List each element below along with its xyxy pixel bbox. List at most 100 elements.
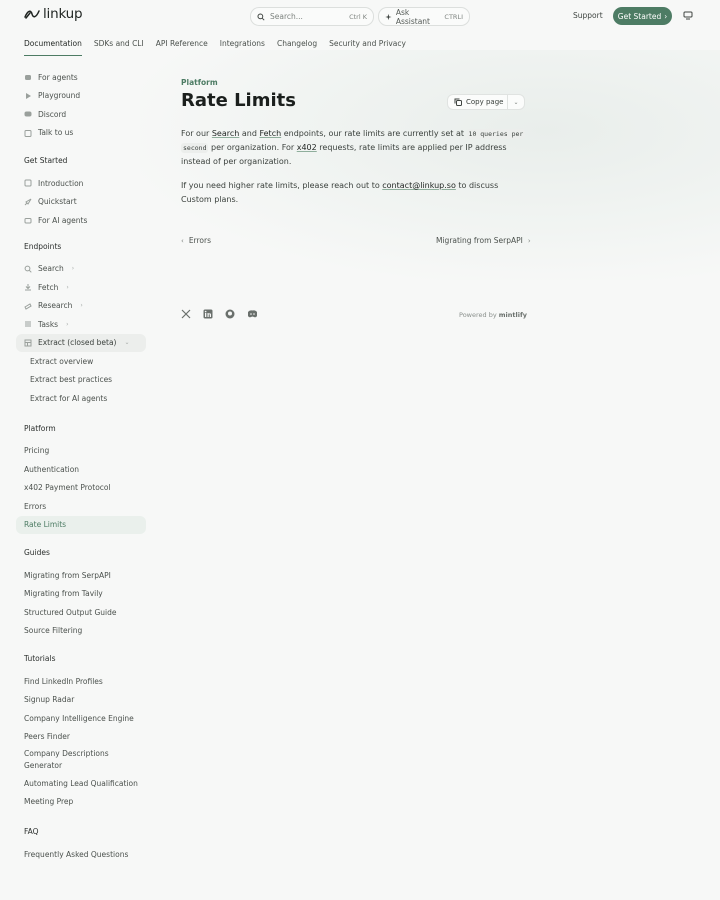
sidebar-item-rate-limits[interactable]: Rate Limits [16,515,146,534]
chevron-down-icon[interactable]: ⌄ [508,99,524,106]
sidebar-item-extract-best-practices[interactable]: Extract best practices [16,371,146,390]
sidebar-item-migrating-serpapi[interactable]: Migrating from SerpAPI [16,566,146,585]
copy-page-button[interactable]: Copy page ⌄ [447,94,525,110]
chevron-right-icon: › [66,320,69,328]
support-link[interactable]: Support [573,11,603,20]
sidebar-item-playground[interactable]: Playground [16,87,146,106]
sidebar-item-extract[interactable]: Extract (closed beta) ⌄ [16,333,146,352]
chevron-right-icon: › [80,302,83,310]
sidebar-item-linkedin-profiles[interactable]: Find LinkedIn Profiles [16,672,146,691]
powered-by-label: Powered by [459,311,497,319]
paragraph-contact: If you need higher rate limits, please r… [181,179,526,207]
text: For our [181,129,212,138]
sidebar-item-tasks[interactable]: Tasks › [16,315,146,334]
text: endpoints, our rate limits are currently… [281,129,467,138]
sidebar-item-lead-qualification[interactable]: Automating Lead Qualification [16,774,146,793]
sidebar-item-for-agents[interactable]: For agents [16,68,146,87]
sidebar-item-introduction[interactable]: Introduction [16,174,146,193]
prev-page-label: Errors [188,236,212,245]
tab-integrations[interactable]: Integrations [220,36,265,56]
search-placeholder: Search... [270,12,303,21]
sidebar-item-label: Authentication [24,464,80,474]
sidebar-item-source-filtering[interactable]: Source Filtering [16,622,146,641]
sidebar-group-endpoints: Endpoints [24,241,62,251]
x-twitter-icon[interactable] [181,309,191,319]
calendar-icon [24,129,32,137]
sidebar-item-peers-finder[interactable]: Peers Finder [16,728,146,747]
discord-icon [24,110,32,118]
sidebar-item-signup-radar[interactable]: Signup Radar [16,691,146,710]
sidebar-item-label: Discord [38,109,67,119]
next-page-link[interactable]: Migrating from SerpAPI › [436,236,531,245]
sidebar-item-errors[interactable]: Errors [16,497,146,516]
book-icon [24,179,32,187]
sidebar-item-label: Extract overview [30,356,94,366]
discord-icon[interactable] [247,309,258,319]
chevron-down-icon: ⌄ [124,339,130,347]
logo[interactable]: linkup [24,6,83,22]
sidebar-item-label: Automating Lead Qualification [24,778,138,788]
chevron-right-icon: › [66,283,69,291]
email-link[interactable]: contact@linkup.so [382,181,456,190]
sidebar-item-quickstart[interactable]: Quickstart [16,193,146,212]
sidebar-item-x402[interactable]: x402 Payment Protocol [16,479,146,498]
get-started-label: Get Started [617,11,662,21]
tab-api-reference[interactable]: API Reference [156,36,208,56]
sidebar-item-research[interactable]: Research › [16,297,146,316]
sidebar-item-extract-overview[interactable]: Extract overview [16,352,146,371]
sidebar-item-meeting-prep[interactable]: Meeting Prep [16,793,146,812]
sidebar-item-label: Find LinkedIn Profiles [24,676,103,686]
inline-code: second [181,143,209,153]
sidebar-item-label: Extract (closed beta) [38,338,117,348]
powered-by-mintlify[interactable]: Powered by mintlify [459,311,527,319]
sidebar-item-label: Rate Limits [24,520,67,530]
copy-page-label: Copy page [466,98,504,106]
sidebar-item-extract-for-ai-agents[interactable]: Extract for AI agents [16,389,146,408]
sidebar-item-talk-to-us[interactable]: Talk to us [16,124,146,143]
sidebar-item-company-descriptions[interactable]: Company Descriptions Generator [16,746,121,774]
table-icon [24,339,32,347]
search-link[interactable]: Search [212,129,239,138]
logo-text: linkup [43,6,83,22]
copy-icon [454,98,462,106]
sidebar-item-label: Quickstart [38,197,77,207]
search-icon [24,265,32,273]
sidebar-item-fetch[interactable]: Fetch › [16,278,146,297]
breadcrumb[interactable]: Platform [181,78,218,87]
sidebar-item-migrating-tavily[interactable]: Migrating from Tavily [16,585,146,604]
sidebar-item-label: Tasks [38,319,59,329]
fetch-link[interactable]: Fetch [259,129,281,138]
linkedin-icon[interactable] [203,309,213,319]
x402-link[interactable]: x402 [297,143,317,152]
get-started-button[interactable]: Get Started › [613,7,672,25]
sidebar-item-authentication[interactable]: Authentication [16,460,146,479]
tab-security-and-privacy[interactable]: Security and Privacy [329,36,406,56]
tab-changelog[interactable]: Changelog [277,36,317,56]
sidebar-item-company-intelligence[interactable]: Company Intelligence Engine [16,709,146,728]
sidebar-item-search[interactable]: Search › [16,260,146,279]
sidebar-item-label: For agents [38,72,78,82]
monitor-icon[interactable] [683,11,693,20]
mintlify-brand: mintlify [498,311,528,319]
sidebar-item-label: Company Descriptions Generator [24,749,109,770]
linkup-logo-icon [24,10,40,19]
sidebar-item-label: Search [38,264,64,274]
sidebar-item-label: Playground [38,91,81,101]
ask-assistant-button[interactable]: Ask Assistant CTRLI [378,7,470,26]
play-icon [24,92,32,100]
sidebar-item-discord[interactable]: Discord [16,105,146,124]
ask-assistant-label: Ask Assistant [395,7,430,26]
sidebar-item-label: Peers Finder [24,732,70,742]
sidebar-item-faq[interactable]: Frequently Asked Questions [16,845,146,864]
text: If you need higher rate limits, please r… [181,181,383,190]
sidebar-item-pricing[interactable]: Pricing [16,442,146,461]
tab-sdks-and-cli[interactable]: SDKs and CLI [94,36,144,56]
tab-documentation[interactable]: Documentation [24,36,82,56]
prev-page-link[interactable]: ‹ Errors [181,236,211,245]
paragraph-rate-limits: For our Search and Fetch endpoints, our … [181,127,526,169]
github-icon[interactable] [225,309,235,319]
search-input[interactable]: Search... Ctrl K [250,7,374,26]
sidebar-item-for-ai-agents[interactable]: For AI agents [16,211,146,230]
sidebar-item-structured-output[interactable]: Structured Output Guide [16,603,146,622]
robot-icon [24,216,32,224]
